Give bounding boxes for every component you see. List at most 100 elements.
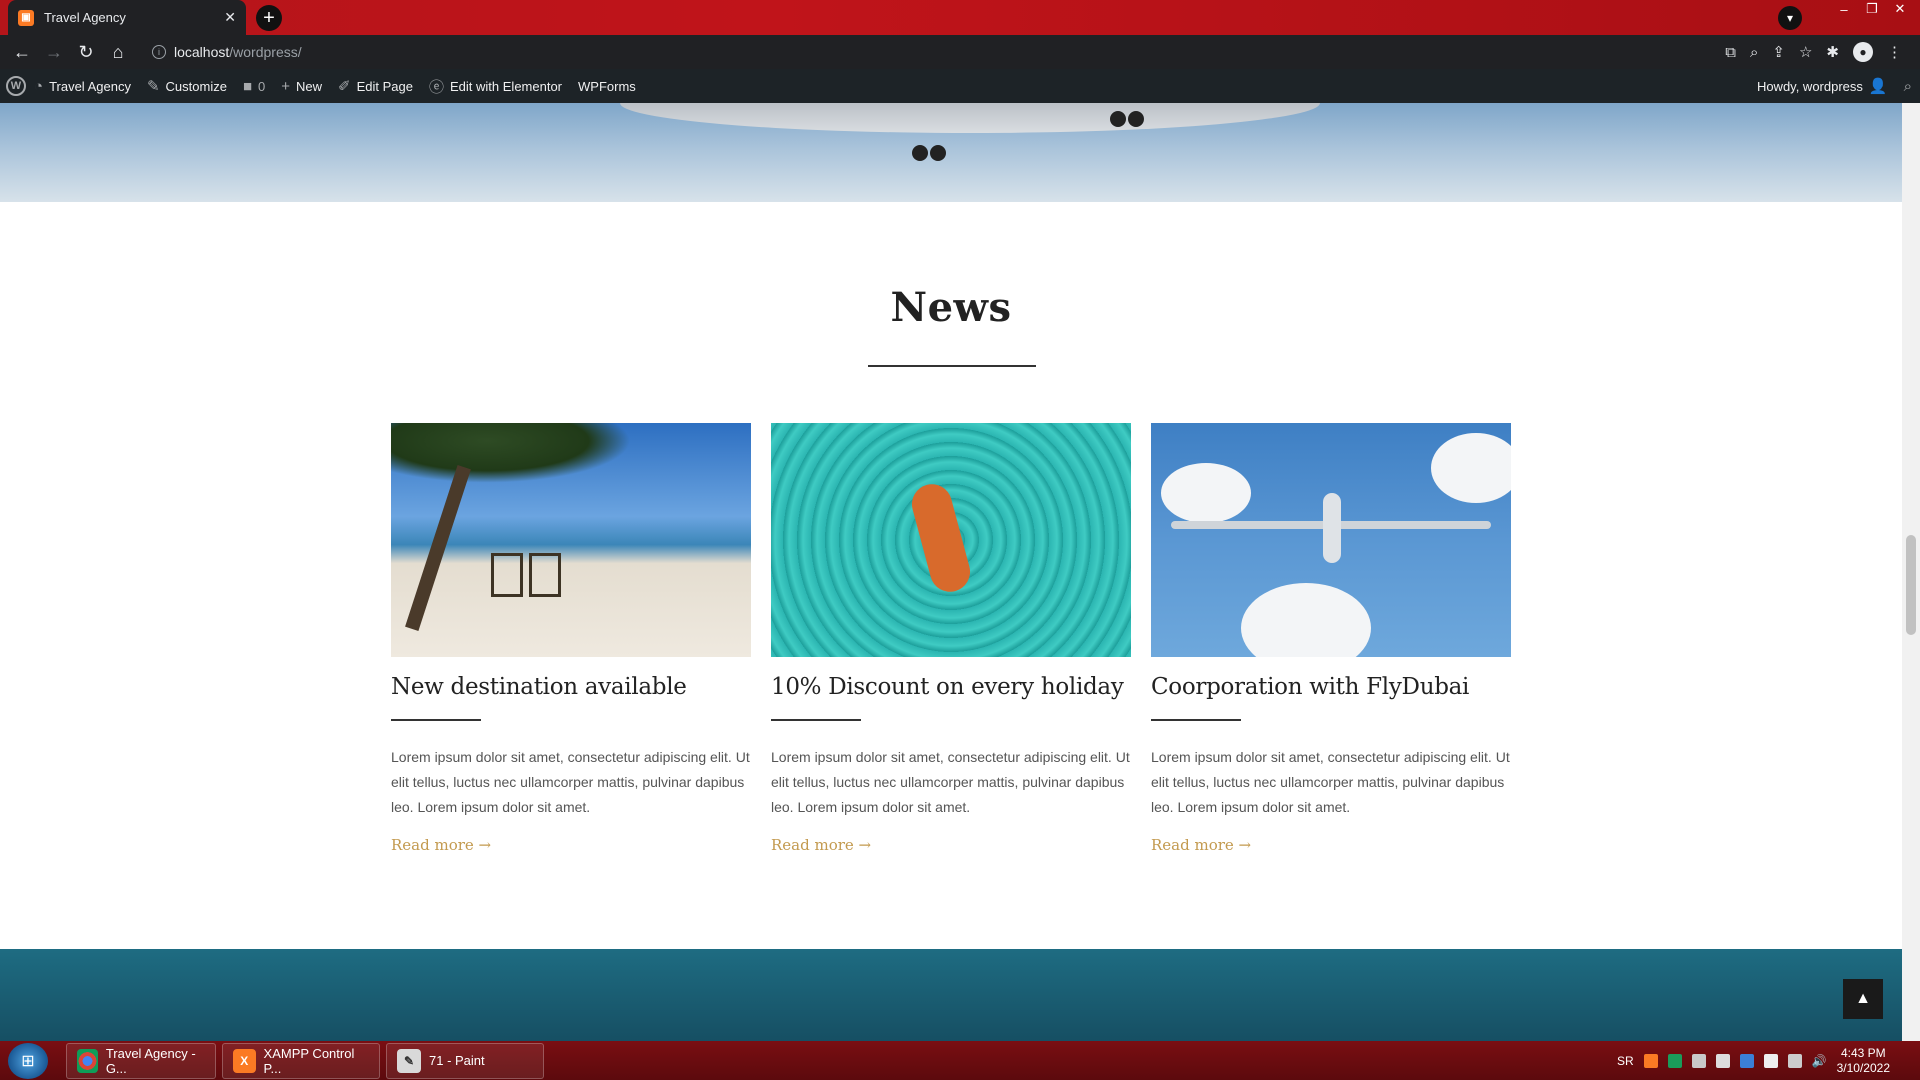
wp-site-name[interactable]: ◔ Travel Agency — [26, 69, 139, 103]
wp-comments[interactable]: ■ 0 — [235, 69, 273, 103]
ocean-band-image — [0, 949, 1902, 1041]
cloud-graphic — [1431, 433, 1511, 503]
plus-icon: + — [281, 77, 291, 95]
tree-trunk-graphic — [405, 464, 471, 632]
elementor-icon: ⓔ — [429, 78, 445, 96]
news-card-title[interactable]: New destination available — [391, 674, 751, 700]
close-tab-icon[interactable]: ✕ — [224, 9, 236, 26]
plane-graphic — [620, 103, 1320, 133]
taskbar-item-chrome[interactable]: Travel Agency - G... — [66, 1042, 216, 1079]
plane-body-graphic — [1323, 493, 1341, 563]
scrollbar-thumb[interactable] — [1906, 535, 1916, 635]
new-label: New — [296, 78, 323, 94]
paint-icon: ✎ — [397, 1048, 421, 1073]
app-tray-icon[interactable] — [1739, 1053, 1754, 1068]
security-tray-icon[interactable] — [1667, 1053, 1682, 1068]
page-scrollbar[interactable] — [1902, 103, 1920, 1041]
wordpress-logo-icon[interactable]: W — [6, 76, 26, 96]
address-bar[interactable]: i localhost/wordpress/ — [140, 38, 1780, 66]
new-tab-button[interactable]: + — [256, 5, 282, 31]
extensions-icon[interactable]: ✱ — [1826, 43, 1839, 61]
news-card-excerpt: Lorem ipsum dolor sit amet, consectetur … — [1151, 749, 1510, 815]
home-icon[interactable]: ⌂ — [102, 42, 134, 63]
scroll-to-top-button[interactable]: ▲ — [1843, 979, 1883, 1019]
pool-image[interactable] — [771, 423, 1131, 657]
windows-logo-icon: ⊞ — [21, 1052, 35, 1070]
bookmark-star-icon[interactable]: ☆ — [1799, 43, 1812, 61]
xampp-tray-icon[interactable] — [1643, 1053, 1658, 1068]
site-name-label: Travel Agency — [49, 78, 131, 94]
share-icon[interactable]: ⇪ — [1772, 43, 1785, 61]
clock[interactable]: 4:43 PM 3/10/2022 — [1837, 1046, 1890, 1076]
card-divider — [771, 719, 861, 721]
wp-new[interactable]: + New — [273, 69, 330, 103]
comment-icon: ■ — [242, 77, 253, 95]
menu-kebab-icon[interactable]: ⋮ — [1887, 43, 1902, 61]
dashboard-icon: ◔ — [34, 77, 44, 95]
url-path: /wordpress/ — [229, 44, 302, 60]
close-window-icon[interactable]: ✕ — [1888, 0, 1912, 18]
read-more-link[interactable]: Read more → — [771, 836, 871, 854]
wp-edit-page[interactable]: ✐ Edit Page — [330, 69, 421, 103]
forward-icon[interactable]: → — [38, 42, 70, 63]
browser-tab-strip: ▣ Travel Agency ✕ + ▾ – ❐ ✕ — [0, 0, 1920, 35]
usb-tray-icon[interactable] — [1715, 1053, 1730, 1068]
restore-icon[interactable]: ❐ — [1860, 0, 1884, 18]
system-tray: SR 🔊 4:43 PM 3/10/2022 — [1617, 1046, 1920, 1076]
xampp-icon: X — [233, 1048, 256, 1073]
taskbar-item-paint[interactable]: ✎ 71 - Paint — [386, 1042, 544, 1079]
wp-wpforms[interactable]: WPForms — [570, 69, 644, 103]
news-card: 10% Discount on every holiday Lorem ipsu… — [771, 423, 1131, 855]
wpforms-label: WPForms — [578, 78, 636, 94]
browser-tab[interactable]: ▣ Travel Agency ✕ — [8, 0, 246, 35]
brush-icon: ✎ — [146, 78, 160, 95]
news-section: News New destination available Lorem ips… — [0, 202, 1902, 949]
volume-icon[interactable]: 🔊 — [1812, 1054, 1827, 1068]
read-more-link[interactable]: Read more → — [1151, 836, 1251, 854]
xampp-favicon-icon: ▣ — [18, 9, 34, 26]
flag-tray-icon[interactable] — [1763, 1053, 1778, 1068]
tree-foliage-graphic — [391, 423, 631, 483]
card-divider — [391, 719, 481, 721]
news-card-title[interactable]: Coorporation with FlyDubai — [1151, 674, 1511, 700]
wp-customize[interactable]: ✎ Customize — [139, 69, 235, 103]
read-more-link[interactable]: Read more → — [391, 836, 491, 854]
heading-divider — [868, 365, 1036, 367]
site-info-icon[interactable]: i — [152, 45, 166, 59]
wp-edit-elementor[interactable]: ⓔ Edit with Elementor — [421, 69, 570, 103]
landing-gear-graphic — [1110, 111, 1126, 127]
swimmer-graphic — [907, 479, 975, 597]
news-card: Coorporation with FlyDubai Lorem ipsum d… — [1151, 423, 1511, 855]
taskbar-item-label: 71 - Paint — [429, 1053, 485, 1068]
wp-admin-bar: W ◔ Travel Agency ✎ Customize ■ 0 + New … — [0, 69, 1920, 103]
airplane-image[interactable] — [1151, 423, 1511, 657]
display-tray-icon[interactable] — [1787, 1053, 1802, 1068]
taskbar-item-label: XAMPP Control P... — [263, 1045, 355, 1076]
beach-image[interactable] — [391, 423, 751, 657]
pencil-icon: ✐ — [338, 78, 351, 95]
start-button[interactable]: ⊞ — [8, 1042, 48, 1079]
wp-search[interactable]: ⌕ — [1896, 69, 1920, 103]
reload-icon[interactable]: ↻ — [70, 42, 102, 63]
news-card-excerpt: Lorem ipsum dolor sit amet, consectetur … — [391, 749, 750, 815]
news-heading: News — [890, 284, 1012, 331]
translate-icon[interactable]: ⧉ — [1725, 44, 1736, 61]
comments-count: 0 — [258, 78, 266, 94]
edit-page-label: Edit Page — [356, 78, 413, 94]
minimize-icon[interactable]: – — [1832, 0, 1856, 18]
cloud-graphic — [1161, 463, 1251, 523]
news-card-title[interactable]: 10% Discount on every holiday — [771, 674, 1131, 700]
taskbar-item-xampp[interactable]: X XAMPP Control P... — [222, 1042, 380, 1079]
wp-my-account[interactable]: Howdy, wordpress 👤 — [1749, 69, 1896, 103]
tab-search-icon[interactable]: ▾ — [1778, 6, 1802, 30]
hero-plane-image — [0, 103, 1902, 202]
network-tray-icon[interactable] — [1691, 1053, 1706, 1068]
news-card: New destination available Lorem ipsum do… — [391, 423, 751, 855]
language-indicator[interactable]: SR — [1617, 1054, 1634, 1068]
back-icon[interactable]: ← — [6, 42, 38, 63]
landing-gear-graphic — [930, 145, 946, 161]
card-divider — [1151, 719, 1241, 721]
zoom-icon[interactable]: ⌕ — [1750, 44, 1758, 61]
tab-title: Travel Agency — [44, 10, 126, 25]
profile-icon[interactable]: ● — [1853, 42, 1873, 62]
